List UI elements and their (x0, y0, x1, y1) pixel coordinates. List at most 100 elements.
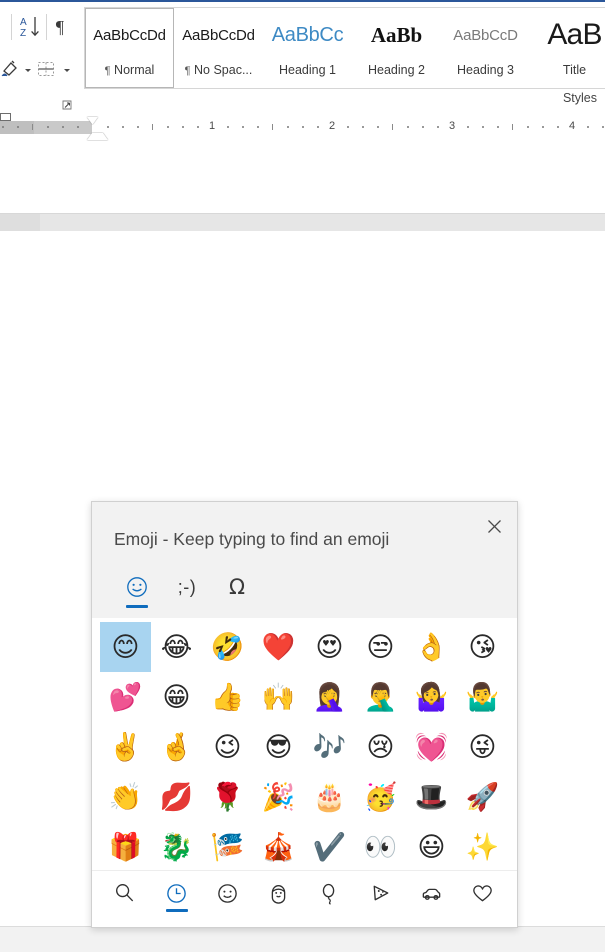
emoji-winking-face-with-tongue[interactable]: 😜 (457, 722, 508, 772)
emoji-clapping-hands[interactable]: 👏 (100, 772, 151, 822)
emoji-glyph: 😜 (468, 731, 497, 763)
style-heading-1[interactable]: AaBbCс Heading 1 (263, 8, 352, 88)
emoji-woman-facepalming[interactable]: 🤦‍♀️ (304, 672, 355, 722)
emoji-glyph: 👀 (363, 831, 398, 863)
emoji-glyph: 😁 (162, 681, 191, 713)
emoji-eyes[interactable]: 👀 (355, 822, 406, 872)
emoji-thumbs-up[interactable]: 👍 (202, 672, 253, 722)
emoji-party-popper[interactable]: 🎉 (253, 772, 304, 822)
emoji-category-bar[interactable] (92, 870, 517, 927)
emoji-top-hat[interactable]: 🎩 (406, 772, 457, 822)
category-people[interactable] (253, 871, 304, 923)
emoji-smiling-face-with-sunglasses[interactable]: 😎 (253, 722, 304, 772)
emoji-face-with-tears-of-joy[interactable]: 😂 (151, 622, 202, 672)
styles-gallery[interactable]: AaBbCcDd ¶ Normal AaBbCcDd ¶ No Spac... … (84, 7, 605, 89)
emoji-smiling-face-with-smiling-eyes[interactable]: 😊 (100, 622, 151, 672)
emoji-crossed-fingers[interactable]: 🤞 (151, 722, 202, 772)
show-formatting-marks-button[interactable]: ¶ (50, 14, 70, 40)
emoji-red-heart[interactable]: ❤️ (253, 622, 304, 672)
category-recent[interactable] (151, 871, 202, 923)
emoji-glyph: 🎶 (312, 731, 347, 763)
emoji-party-horn[interactable]: 🥳 (355, 772, 406, 822)
emoji-panel-tabs[interactable]: ;-) Ω (112, 570, 262, 616)
shading-button[interactable] (0, 57, 22, 81)
sort-button[interactable]: A Z (18, 13, 44, 41)
emoji-row: ✌️ 🤞 😉 😎 🎶 😢 💓 😜 (100, 722, 509, 772)
close-button[interactable] (480, 513, 508, 539)
borders-dropdown-caret[interactable] (62, 66, 71, 75)
emoji-victory-hand[interactable]: ✌️ (100, 722, 151, 772)
emoji-glyph: 🎏 (210, 831, 245, 863)
tab-emoji[interactable] (112, 570, 162, 616)
style-label: ¶ Normal (86, 57, 173, 83)
emoji-winking-face[interactable]: 😉 (202, 722, 253, 772)
style-heading-3[interactable]: AaBbCcD Heading 3 (441, 8, 530, 88)
tab-kaomoji[interactable]: ;-) (162, 570, 212, 616)
shading-dropdown-caret[interactable] (23, 66, 32, 75)
hanging-indent-marker[interactable] (87, 126, 108, 140)
category-celebration[interactable] (304, 871, 355, 923)
emoji-musical-notes[interactable]: 🎶 (304, 722, 355, 772)
emoji-crying-face[interactable]: 😢 (355, 722, 406, 772)
style-normal[interactable]: AaBbCcDd ¶ Normal (85, 8, 174, 88)
emoji-grid[interactable]: 😊 😂 🤣 ❤️ 😍 😒 👌 😘 💕 😁 👍 🙌 🤦‍♀️ 🤦‍♂️ 🤷‍♀️ 🤷‍♂️ ✌️ 🤞 😉 😎 🎶 😢 💓 😜 👏 💋… (92, 618, 517, 872)
tab-active-underline (126, 605, 148, 608)
emoji-picker-panel[interactable]: Emoji - Keep typing to find an emoji ;-)… (91, 501, 518, 928)
emoji-dragon[interactable]: 🐉 (151, 822, 202, 872)
emoji-rolling-on-the-floor-laughing[interactable]: 🤣 (202, 622, 253, 672)
emoji-beaming-face-with-smiling-eyes[interactable]: 😁 (151, 672, 202, 722)
category-symbols[interactable] (457, 871, 508, 923)
pilcrow-icon: ¶ (184, 65, 191, 77)
emoji-glyph: 😍 (315, 631, 344, 663)
ruler-tick (197, 126, 199, 128)
emoji-grinning-face-with-big-eyes[interactable]: 😃 (406, 822, 457, 872)
emoji-glyph: 🤣 (210, 631, 245, 663)
omega-icon: Ω (229, 570, 245, 604)
emoji-face-blowing-a-kiss[interactable]: 😘 (457, 622, 508, 672)
emoji-unamused-face[interactable]: 😒 (355, 622, 406, 672)
emoji-ok-hand[interactable]: 👌 (406, 622, 457, 672)
emoji-kiss-mark[interactable]: 💋 (151, 772, 202, 822)
emoji-beating-heart[interactable]: 💓 (406, 722, 457, 772)
style-name-text: Heading 2 (368, 63, 425, 77)
kaomoji-icon: ;-) (178, 570, 197, 604)
paragraph-dialog-launcher[interactable] (62, 98, 73, 110)
ruler-tick (422, 126, 424, 128)
emoji-man-shrugging[interactable]: 🤷‍♂️ (457, 672, 508, 722)
ruler-tick (137, 126, 139, 128)
style-no-spacing[interactable]: AaBbCcDd ¶ No Spac... (174, 8, 263, 88)
emoji-circus-tent[interactable]: 🎪 (253, 822, 304, 872)
category-smileys[interactable] (202, 871, 253, 923)
emoji-birthday-cake[interactable]: 🎂 (304, 772, 355, 822)
category-search[interactable] (100, 871, 151, 923)
ribbon-home-tab: A Z ¶ AaBbCcDd ¶ Normal AaBbCcDd ¶ No Sp… (0, 0, 605, 113)
emoji-glyph: 🎁 (108, 831, 143, 863)
toolbar-divider (46, 14, 47, 40)
emoji-raising-hands[interactable]: 🙌 (253, 672, 304, 722)
emoji-carp-streamer[interactable]: 🎏 (202, 822, 253, 872)
emoji-wrapped-gift[interactable]: 🎁 (100, 822, 151, 872)
style-heading-2[interactable]: AaBb Heading 2 (352, 8, 441, 88)
emoji-man-facepalming[interactable]: 🤦‍♂️ (355, 672, 406, 722)
category-food[interactable] (355, 871, 406, 923)
style-title[interactable]: AaB Title (530, 8, 605, 88)
emoji-check-mark[interactable]: ✔️ (304, 822, 355, 872)
style-preview: AaBbCcDd (174, 13, 263, 57)
tab-symbols[interactable]: Ω (212, 570, 262, 616)
emoji-smiling-face-with-heart-eyes[interactable]: 😍 (304, 622, 355, 672)
ruler[interactable]: 1 2 3 4 (0, 113, 605, 142)
emoji-rose[interactable]: 🌹 (202, 772, 253, 822)
ruler-tick (77, 126, 79, 128)
paragraph-tool-group: A Z ¶ (0, 2, 86, 115)
ruler-tick (317, 126, 319, 128)
style-preview-text: AaBb (370, 22, 423, 47)
first-line-indent-marker[interactable] (87, 117, 98, 124)
emoji-sparkles[interactable]: ✨ (457, 822, 508, 872)
emoji-two-hearts[interactable]: 💕 (100, 672, 151, 722)
borders-button[interactable] (34, 57, 58, 81)
category-travel[interactable] (406, 871, 457, 923)
left-indent-marker[interactable] (0, 113, 11, 121)
emoji-rocket[interactable]: 🚀 (457, 772, 508, 822)
emoji-row: 🎁 🐉 🎏 🎪 ✔️ 👀 😃 ✨ (100, 822, 509, 872)
emoji-woman-shrugging[interactable]: 🤷‍♀️ (406, 672, 457, 722)
